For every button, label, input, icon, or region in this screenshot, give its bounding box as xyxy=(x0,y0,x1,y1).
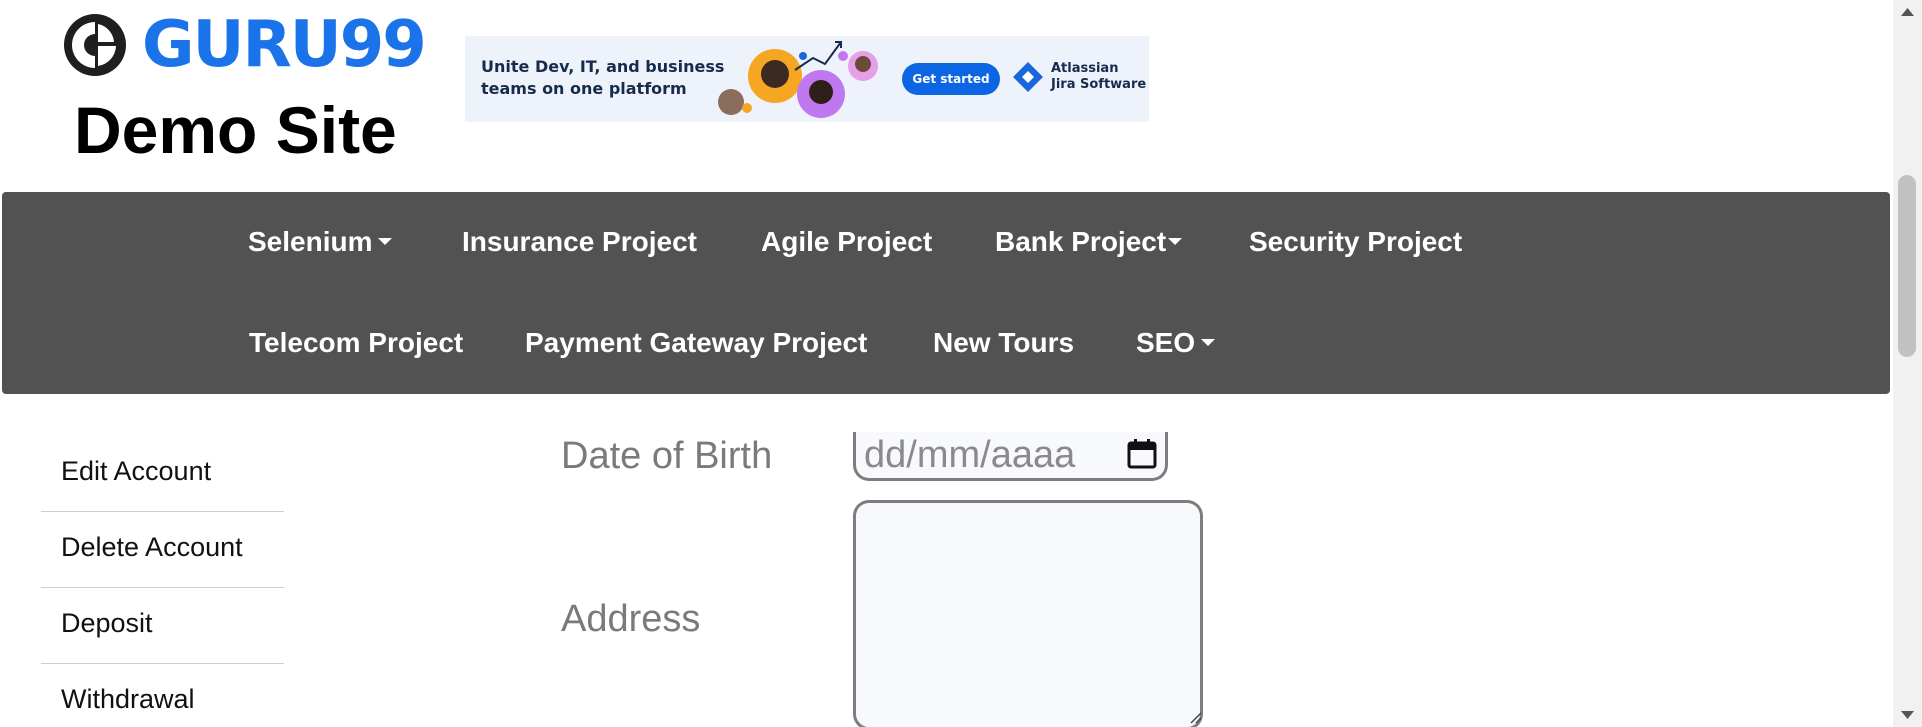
nav-telecom-project[interactable]: Telecom Project xyxy=(249,325,463,361)
sidebar-item-label: Edit Account xyxy=(61,456,212,486)
nav-selenium[interactable]: Selenium xyxy=(248,224,393,260)
ad-brand-line2: Jira Software xyxy=(1051,77,1147,92)
ad-brand: Atlassian Jira Software xyxy=(1011,60,1146,94)
dob-date-input[interactable]: dd/mm/aaaa xyxy=(853,432,1168,481)
nav-new-tours[interactable]: New Tours xyxy=(933,325,1074,361)
sidebar-item-delete-account[interactable]: Delete Account xyxy=(41,512,284,588)
scroll-up-arrow-icon[interactable] xyxy=(1893,0,1922,24)
jira-diamond-icon xyxy=(1013,62,1043,92)
nav-security-project[interactable]: Security Project xyxy=(1249,224,1462,260)
dob-placeholder: dd/mm/aaaa xyxy=(864,434,1076,476)
sidebar-item-edit-account[interactable]: Edit Account xyxy=(41,436,284,512)
nav-payment-gateway-project[interactable]: Payment Gateway Project xyxy=(525,325,867,361)
ad-brand-text: Atlassian Jira Software xyxy=(1051,61,1146,93)
ad-banner[interactable]: Unite Dev, IT, and business teams on one… xyxy=(465,36,1149,122)
nav-bank-project[interactable]: Bank Project xyxy=(995,224,1183,260)
nav-payment-gateway-project-label: Payment Gateway Project xyxy=(525,327,868,358)
sidebar-item-deposit[interactable]: Deposit xyxy=(41,588,284,664)
chevron-down-icon xyxy=(378,238,393,246)
main-navbar: Selenium Insurance Project Agile Project… xyxy=(2,192,1890,394)
logo-subtitle: Demo Site xyxy=(74,93,397,167)
guru99-logo-icon xyxy=(64,14,126,76)
nav-new-tours-label: New Tours xyxy=(933,327,1075,358)
nav-telecom-project-label: Telecom Project xyxy=(249,327,464,358)
scroll-down-arrow-icon[interactable] xyxy=(1893,703,1922,727)
sidebar-item-label: Deposit xyxy=(61,608,153,638)
page: GURU99 Demo Site Unite Dev, IT, and busi… xyxy=(0,0,1922,727)
page-scrollbar[interactable] xyxy=(1893,0,1922,727)
nav-seo-label: SEO xyxy=(1136,327,1196,358)
chevron-down-icon xyxy=(1201,339,1216,347)
nav-insurance-project-label: Insurance Project xyxy=(462,226,697,257)
nav-insurance-project[interactable]: Insurance Project xyxy=(462,224,697,260)
nav-seo[interactable]: SEO xyxy=(1136,325,1216,361)
logo-text: GURU99 xyxy=(142,8,427,82)
sidebar-item-label: Delete Account xyxy=(61,532,243,562)
chevron-down-icon xyxy=(1168,238,1183,246)
account-sidebar: Edit Account Delete Account Deposit With… xyxy=(41,436,284,727)
dob-label: Date of Birth xyxy=(561,435,773,477)
calendar-icon[interactable] xyxy=(1126,438,1158,470)
ad-headline: Unite Dev, IT, and business teams on one… xyxy=(481,57,725,98)
sidebar-item-withdrawal[interactable]: Withdrawal xyxy=(41,664,284,727)
nav-agile-project[interactable]: Agile Project xyxy=(761,224,932,260)
scrollbar-thumb[interactable] xyxy=(1898,175,1916,357)
nav-bank-project-label: Bank Project xyxy=(995,226,1167,257)
ad-brand-line1: Atlassian xyxy=(1051,61,1119,76)
get-started-button[interactable]: Get started xyxy=(902,63,1000,95)
ad-illustration xyxy=(718,41,878,118)
sidebar-item-label: Withdrawal xyxy=(61,684,195,714)
nav-security-project-label: Security Project xyxy=(1249,226,1463,257)
address-textarea[interactable] xyxy=(853,500,1203,727)
nav-selenium-label: Selenium xyxy=(248,226,373,257)
nav-agile-project-label: Agile Project xyxy=(761,226,933,257)
logo-row: GURU99 xyxy=(62,8,427,82)
site-logo[interactable]: GURU99 Demo Site xyxy=(60,8,427,167)
address-label: Address xyxy=(561,598,701,640)
resize-grip-icon[interactable] xyxy=(1187,709,1203,725)
